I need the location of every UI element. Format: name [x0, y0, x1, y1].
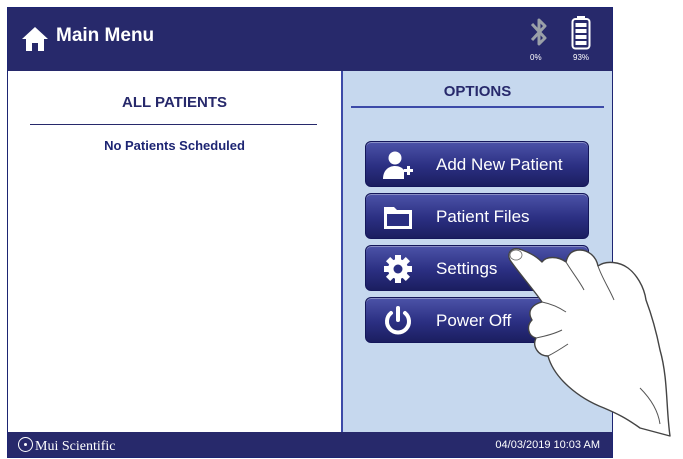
bluetooth-icon[interactable] [528, 14, 550, 50]
patient-files-button[interactable]: Patient Files [365, 193, 589, 239]
options-title: OPTIONS [443, 83, 512, 100]
patients-panel: ALL PATIENTS No Patients Scheduled [8, 71, 343, 432]
pointing-hand-illustration [508, 248, 671, 437]
datetime: 04/03/2019 10:03 AM [495, 439, 600, 451]
button-label: Patient Files [436, 207, 530, 226]
button-label: Add New Patient [436, 155, 563, 174]
patients-title: ALL PATIENTS [122, 94, 227, 111]
brand-logo: Mui Scientific [18, 437, 116, 455]
power-icon [385, 306, 411, 335]
button-label: Settings [436, 259, 498, 278]
battery-level: 93% [573, 53, 590, 62]
page-title: Main Menu [56, 25, 155, 46]
folder-icon [384, 207, 412, 229]
gear-icon [384, 255, 412, 283]
brand-name: Mui Scientific [35, 439, 116, 454]
bluetooth-level: 0% [530, 53, 542, 62]
battery-icon [571, 16, 591, 50]
divider [30, 124, 317, 125]
add-new-patient-button[interactable]: Add New Patient [365, 141, 589, 187]
empty-message: No Patients Scheduled [104, 138, 245, 153]
divider [351, 106, 604, 108]
home-icon[interactable] [20, 25, 50, 53]
brand-icon [18, 437, 33, 452]
header-bar: Main Menu 0% 93% [8, 8, 612, 71]
add-user-icon [383, 151, 413, 179]
